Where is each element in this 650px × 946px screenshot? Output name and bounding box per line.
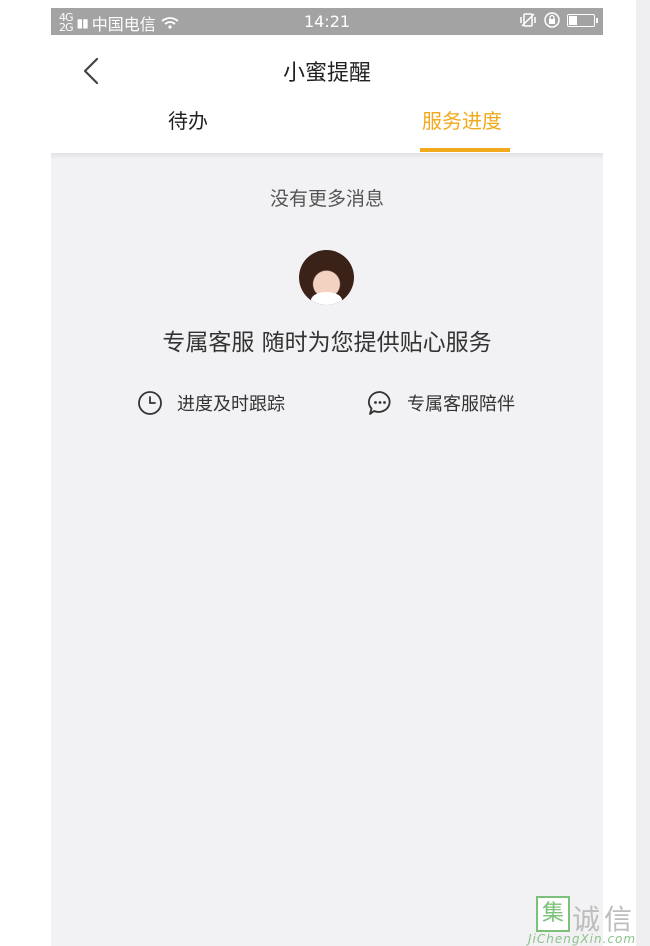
chat-bubble-icon (367, 391, 391, 415)
no-more-messages-text: 没有更多消息 (269, 188, 384, 210)
watermark-url: JiChengXin.com (528, 932, 637, 946)
battery-icon (567, 13, 598, 27)
feature-progress-tracking: 进度及时跟踪 (137, 390, 285, 416)
status-right (519, 11, 598, 29)
right-edge-strip (636, 0, 650, 946)
app-header: 小蜜提醒 待办 服务进度 (51, 35, 603, 153)
feature-label: 专属客服陪伴 (407, 394, 515, 415)
battery-level (569, 15, 577, 25)
lock-rotation-icon (544, 12, 560, 28)
watermark-logo: 集 (536, 896, 570, 932)
status-bar: 4G 2G ▮▮ 中国电信 14:21 (51, 8, 603, 35)
clock-icon (138, 391, 162, 415)
active-tab-indicator (420, 148, 510, 152)
header-shadow (51, 153, 603, 159)
vibrate-icon (520, 13, 536, 27)
tab-todo[interactable]: 待办 (168, 105, 208, 134)
page-title: 小蜜提醒 (282, 61, 371, 86)
feature-dedicated-service: 专属客服陪伴 (367, 390, 515, 416)
service-slogan: 专属客服 随时为您提供贴心服务 (162, 330, 492, 356)
tab-service-progress[interactable]: 服务进度 (422, 105, 502, 134)
feature-label: 进度及时跟踪 (177, 394, 285, 415)
phone-screen: 4G 2G ▮▮ 中国电信 14:21 小蜜提醒 待办 服务进度 没有更多消息 … (51, 8, 603, 946)
service-agent-avatar (299, 250, 354, 305)
avatar-shirt (311, 292, 342, 305)
left-margin (0, 0, 51, 946)
site-watermark: 集 诚信 JiChengXin.com (528, 896, 650, 946)
